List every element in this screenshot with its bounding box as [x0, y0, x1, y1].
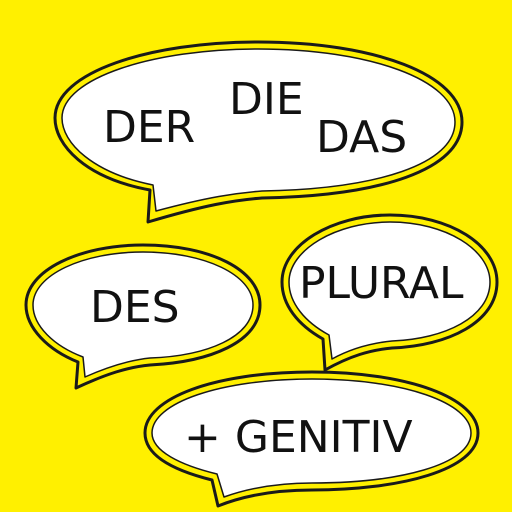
article-der: DER [103, 102, 196, 153]
genitiv-label: + GENITIV [184, 412, 413, 463]
plural-label: PLURAL [299, 258, 464, 309]
article-des: DES [90, 282, 180, 333]
article-das: DAS [316, 112, 408, 163]
article-die: DIE [229, 74, 304, 125]
